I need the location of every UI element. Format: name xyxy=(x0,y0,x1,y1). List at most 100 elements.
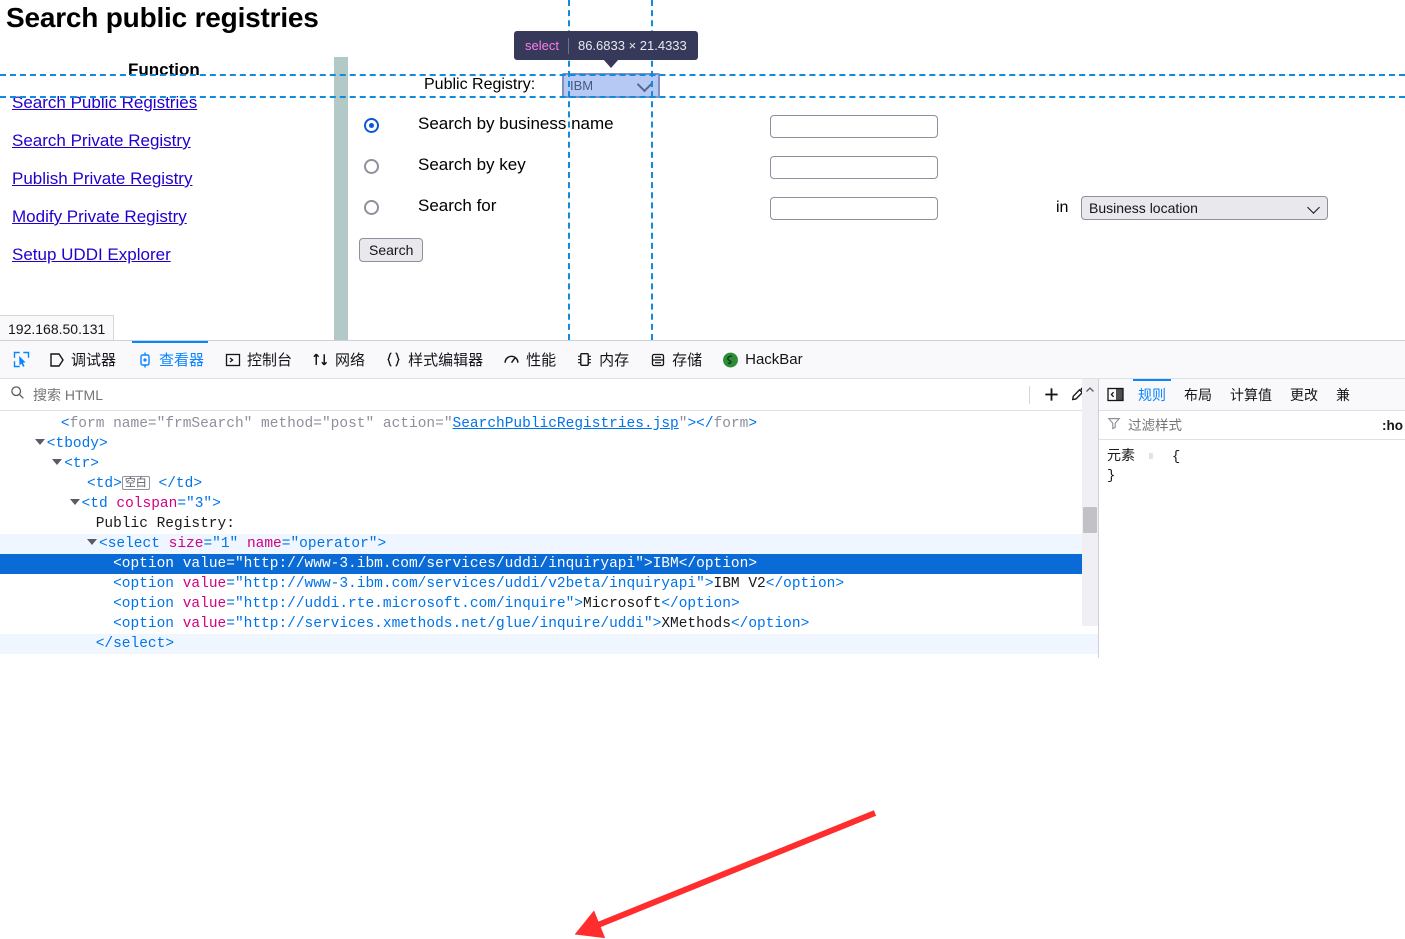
radio-label-business-name: Search by business name xyxy=(418,114,614,133)
add-node-button[interactable] xyxy=(1038,382,1064,408)
tab-console[interactable]: 控制台 xyxy=(214,341,302,378)
public-registry-select-wrapper[interactable]: IBM xyxy=(562,73,660,98)
sidebar-link-setup-uddi-explorer[interactable]: Setup UDDI Explorer xyxy=(12,245,171,265)
style-filter-bar: :ho xyxy=(1099,411,1405,440)
markup-token-punct: = xyxy=(177,496,187,512)
search-html-input[interactable] xyxy=(31,385,1021,404)
tab-hackbar[interactable]: HackBar xyxy=(712,341,813,378)
markup-token-punct: = xyxy=(203,536,213,552)
rules-tab-changes[interactable]: 更改 xyxy=(1281,379,1327,410)
status-bar: 192.168.50.131 xyxy=(0,315,115,340)
markup-token-text: Microsoft xyxy=(583,596,662,612)
markup-token-val: "http://www-3.ibm.com/services/uddi/v2be… xyxy=(234,576,705,592)
element-picker-button[interactable] xyxy=(4,341,38,378)
markup-token-punct: < xyxy=(113,596,122,612)
tab-debugger[interactable]: 调试器 xyxy=(38,341,126,378)
markup-token-punct: > xyxy=(113,476,122,492)
tab-memory[interactable]: 内存 xyxy=(566,341,639,378)
markup-row[interactable]: <option value="http://www-3.ibm.com/serv… xyxy=(0,554,1098,574)
markup-row[interactable]: </select> xyxy=(0,634,1098,654)
business-name-input[interactable] xyxy=(770,115,938,138)
markup-row[interactable]: <option value="http://www-3.ibm.com/serv… xyxy=(0,574,1098,594)
markup-row[interactable]: <option value="http://services.xmethods.… xyxy=(0,614,1098,634)
markup-token-val: "http://www-3.ibm.com/services/uddi/inqu… xyxy=(234,556,644,572)
markup-token-punct: </ xyxy=(95,636,114,652)
radio-search-for[interactable] xyxy=(364,200,379,215)
markup-token-punct: > xyxy=(165,636,175,652)
rules-tab-compatibility[interactable]: 兼 xyxy=(1327,379,1359,410)
markup-token-val: "operator" xyxy=(290,536,378,552)
tab-inspector[interactable]: 查看器 xyxy=(126,341,214,378)
sidebar-link-modify-private-registry[interactable]: Modify Private Registry xyxy=(12,207,187,227)
expand-triangle-icon[interactable] xyxy=(34,439,45,445)
markup-token-punct: = xyxy=(226,596,235,612)
markup-token-tag: option xyxy=(121,596,175,612)
markup-token-grayattr: name xyxy=(104,416,148,432)
markup-row[interactable]: <option value="http://uddi.rte.microsoft… xyxy=(0,594,1098,614)
markup-token-tag: option xyxy=(696,556,749,572)
tab-debugger-label: 调试器 xyxy=(71,352,117,369)
expand-triangle-icon[interactable] xyxy=(52,459,63,465)
markup-scrollbar[interactable] xyxy=(1082,379,1098,626)
markup-token-punct: > xyxy=(212,496,221,512)
rules-tab-layout[interactable]: 布局 xyxy=(1175,379,1221,410)
markup-row[interactable]: <td colspan="3"> xyxy=(0,494,1098,514)
sidebar-link-publish-private-registry[interactable]: Publish Private Registry xyxy=(12,169,192,189)
markup-token-punct: > xyxy=(730,596,740,612)
public-registry-select[interactable]: IBM xyxy=(562,73,660,98)
storage-icon xyxy=(649,351,666,368)
pseudo-class-toggle[interactable]: :ho xyxy=(1382,418,1403,433)
tab-network[interactable]: 网络 xyxy=(302,341,375,378)
markup-token-grayattr: "frmSearch" xyxy=(156,416,253,432)
sidebar-link-search-public-registries[interactable]: Search Public Registries xyxy=(12,93,197,113)
tab-style-editor[interactable]: 样式编辑器 xyxy=(375,341,493,378)
grip-icon[interactable]: ⠿ xyxy=(1148,455,1158,462)
markup-token-text: Public Registry: xyxy=(95,516,235,532)
rule-element-block: 元素 ⠿ { xyxy=(1107,446,1405,467)
rules-tab-rules[interactable]: 规则 xyxy=(1129,379,1175,410)
markup-token-attr: colspan xyxy=(107,496,178,512)
markup-token-punct: > xyxy=(748,416,758,432)
markup-token-punct: > xyxy=(99,436,108,452)
rules-tab-computed[interactable]: 计算值 xyxy=(1221,379,1281,410)
sidebar-link-search-private-registry[interactable]: Search Private Registry xyxy=(12,131,191,151)
markup-row[interactable]: <select size="1" name="operator"> xyxy=(0,534,1098,554)
radio-search-by-key[interactable] xyxy=(364,159,379,174)
markup-token-attr: value xyxy=(174,596,227,612)
markup-token-attr: value xyxy=(174,556,227,572)
markup-token-attr: size xyxy=(159,536,204,552)
markup-row[interactable]: <tbody> xyxy=(0,434,1098,454)
markup-row[interactable]: <tr> xyxy=(0,454,1098,474)
markup-token-tag: td xyxy=(95,476,114,492)
markup-token-punct: > xyxy=(748,556,758,572)
expand-triangle-icon[interactable] xyxy=(87,539,97,545)
markup-row[interactable]: Public Registry: xyxy=(0,514,1098,534)
search-scope-select[interactable]: Business location xyxy=(1081,196,1328,220)
page-title: Search public registries xyxy=(6,2,319,33)
rule-close-brace: } xyxy=(1107,468,1116,484)
key-input[interactable] xyxy=(770,156,938,179)
tab-performance[interactable]: 性能 xyxy=(493,341,566,378)
search-for-input[interactable] xyxy=(770,197,938,220)
markup-token-punct: </ xyxy=(158,476,176,492)
markup-row[interactable]: <td> 空白 </td> xyxy=(0,474,1098,494)
tab-storage[interactable]: 存储 xyxy=(639,341,712,378)
style-filter-input[interactable] xyxy=(1126,416,1382,434)
markup-token-punct: < xyxy=(64,456,73,472)
radio-business-name[interactable] xyxy=(364,118,379,133)
tab-inspector-label: 查看器 xyxy=(159,352,205,369)
scroll-up-icon[interactable] xyxy=(1085,382,1095,392)
markup-token-punct: > xyxy=(835,576,845,592)
markup-token-punct: < xyxy=(113,556,122,572)
expand-triangle-icon[interactable] xyxy=(69,499,80,505)
markup-token-attr: value xyxy=(174,616,227,632)
sidebar-toggle-button[interactable] xyxy=(1101,379,1129,410)
markup-token-val: "3" xyxy=(186,496,213,512)
performance-icon xyxy=(503,351,520,368)
markup-tree[interactable]: <form name="frmSearch" method="post" act… xyxy=(0,411,1098,661)
search-button[interactable]: Search xyxy=(359,238,424,262)
markup-token-punct: < xyxy=(87,476,96,492)
markup-row[interactable]: <form name="frmSearch" method="post" act… xyxy=(0,414,1098,434)
markup-scrollbar-thumb[interactable] xyxy=(1083,507,1097,533)
function-column-header: Function xyxy=(128,60,200,79)
